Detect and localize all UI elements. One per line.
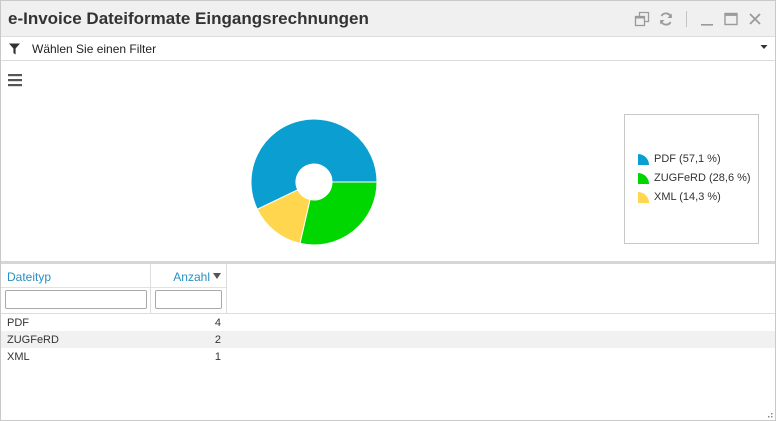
widget-window: e-Invoice Dateiformate Eingangsrechnunge… (0, 0, 776, 421)
hamburger-menu-icon[interactable] (7, 72, 23, 88)
table-row[interactable]: PDF 4 (1, 314, 775, 331)
slice-zugferd[interactable] (299, 181, 378, 246)
column-anzahl: Anzahl (151, 264, 227, 313)
sort-desc-icon[interactable] (213, 273, 221, 279)
maximize-button[interactable] (719, 7, 743, 31)
donut-chart (250, 118, 378, 246)
column-header-dateityp[interactable]: Dateityp (7, 270, 51, 284)
column-header-anzahl[interactable]: Anzahl (173, 270, 210, 284)
legend-swatch-icon (638, 191, 649, 203)
chart-legend: PDF (57,1 %) ZUGFeRD (28,6 %) XML (14,3 %) (624, 114, 759, 244)
chevron-down-icon[interactable] (759, 42, 769, 52)
cell-dateityp: XML (7, 351, 30, 363)
table-row[interactable]: ZUGFeRD 2 (1, 331, 775, 348)
close-button[interactable] (743, 7, 767, 31)
close-icon (749, 12, 761, 25)
legend-label: PDF (57,1 %) (654, 153, 721, 165)
legend-label: ZUGFeRD (28,6 %) (654, 172, 751, 184)
legend-item-pdf[interactable]: PDF (57,1 %) (638, 153, 721, 165)
cell-anzahl: 1 (214, 351, 221, 363)
cell-anzahl: 2 (214, 334, 221, 346)
window-actions (630, 1, 767, 36)
title-separator (686, 10, 687, 27)
cell-dateityp: ZUGFeRD (7, 334, 59, 346)
dateityp-filter-input[interactable] (5, 290, 147, 309)
refresh-icon (660, 11, 672, 26)
anzahl-filter-input[interactable] (155, 290, 222, 309)
resize-grip-icon[interactable] (765, 410, 773, 418)
minimize-button[interactable] (695, 7, 719, 31)
chart-area: PDF (57,1 %) ZUGFeRD (28,6 %) XML (14,3 %) (1, 61, 775, 264)
legend-swatch-icon (638, 153, 649, 165)
legend-item-zugferd[interactable]: ZUGFeRD (28,6 %) (638, 172, 751, 184)
legend-label: XML (14,3 %) (654, 191, 721, 203)
column-dateityp: Dateityp (1, 264, 151, 313)
title-bar: e-Invoice Dateiformate Eingangsrechnunge… (1, 1, 775, 37)
copy-window-icon (634, 11, 650, 26)
cell-anzahl: 4 (214, 317, 221, 329)
funnel-icon (8, 42, 22, 56)
detach-button[interactable] (630, 7, 654, 31)
maximize-icon (724, 12, 738, 25)
legend-item-xml[interactable]: XML (14,3 %) (638, 191, 721, 203)
data-grid: Dateityp Anzahl PDF 4 ZUGFeRD 2 XML 1 (1, 264, 775, 365)
refresh-button[interactable] (654, 7, 678, 31)
grid-header: Dateityp Anzahl (1, 264, 775, 314)
widget-title: e-Invoice Dateiformate Eingangsrechnunge… (8, 8, 369, 28)
filter-placeholder: Wählen Sie einen Filter (32, 41, 157, 56)
filter-select[interactable]: Wählen Sie einen Filter (1, 37, 775, 61)
table-row[interactable]: XML 1 (1, 348, 775, 365)
grid-body: PDF 4 ZUGFeRD 2 XML 1 (1, 314, 775, 365)
cell-dateityp: PDF (7, 317, 29, 329)
minimize-icon (701, 23, 713, 26)
legend-swatch-icon (638, 172, 649, 184)
